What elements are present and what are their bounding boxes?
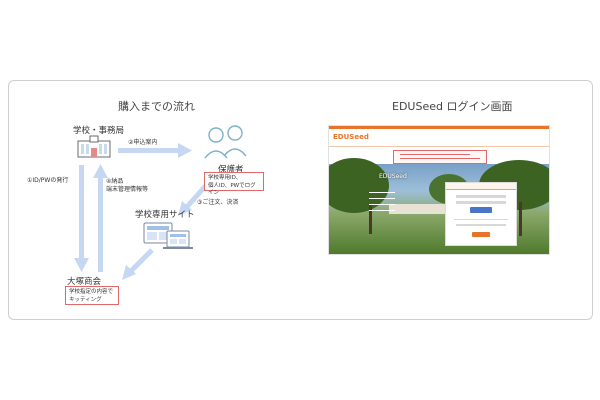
guardian-people-icon xyxy=(204,125,247,159)
guardian-login-note-line1: 学校専用ID、 xyxy=(208,175,242,181)
screenshot-logo: EDUSeed xyxy=(333,133,369,141)
screenshot-header-rule xyxy=(329,146,549,147)
login-form-header xyxy=(446,183,516,190)
step-4-label-line2: 端末管理情報等 xyxy=(106,186,149,193)
step-2-label: ②申込案内 xyxy=(128,139,158,146)
school-office-label: 学校・事務局 xyxy=(73,126,125,136)
kitting-note-line1: 学校指定の内容で xyxy=(69,289,114,295)
kitting-note-line2: キッティング xyxy=(69,296,102,303)
kitting-note: 学校指定の内容で キッティング xyxy=(65,286,119,305)
login-password-field[interactable] xyxy=(456,201,506,204)
login-screen-title: EDUSeed ログイン画面 xyxy=(392,100,513,113)
login-divider xyxy=(454,219,508,220)
login-screenshot: EDUSeed EDUSeed xyxy=(329,126,549,254)
devices-icon xyxy=(143,222,193,249)
screenshot-banner-text: EDUSeed xyxy=(379,173,407,180)
login-help-text xyxy=(456,224,506,226)
school-building-icon xyxy=(77,135,111,158)
guardian-login-note-line2: 個人ID、PWでログイン xyxy=(208,182,256,197)
school-site-label: 学校専用サイト xyxy=(135,210,195,220)
guardian-login-note: 学校専用ID、 個人ID、PWでログイン xyxy=(204,172,264,196)
login-form xyxy=(445,182,517,246)
step-3-label: ③ご注文、決済 xyxy=(197,199,239,206)
register-button[interactable] xyxy=(472,232,490,237)
login-id-field[interactable] xyxy=(456,195,506,198)
screenshot-notice-box xyxy=(393,150,487,164)
arrow-id-issue xyxy=(74,165,89,272)
arrow-site-to-vendor xyxy=(122,248,154,280)
screenshot-top-bar xyxy=(329,126,549,129)
login-button[interactable] xyxy=(470,207,492,213)
step-1-label: ①ID/PWの発行 xyxy=(27,177,69,184)
